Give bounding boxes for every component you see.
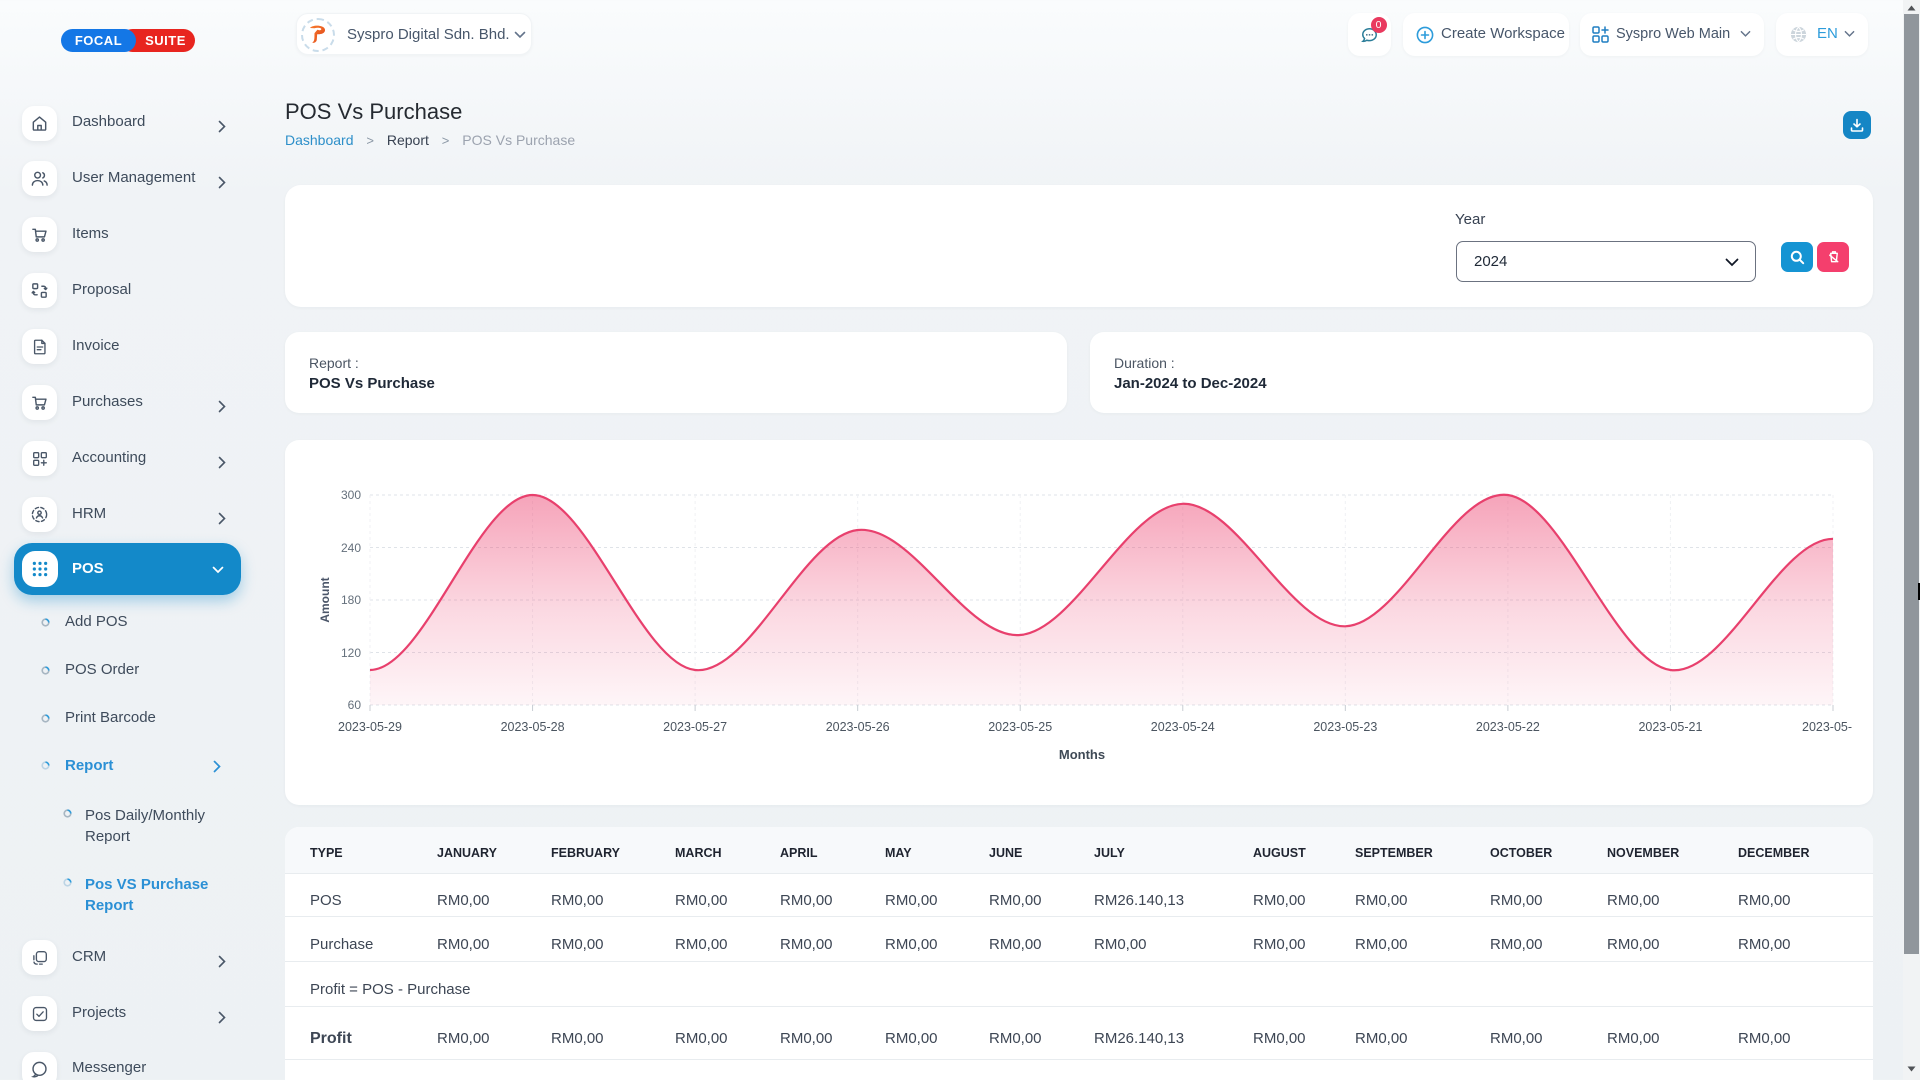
svg-text:2023-05-27: 2023-05-27	[663, 720, 727, 734]
svg-text:2023-05-25: 2023-05-25	[988, 720, 1052, 734]
svg-text:2023-05-22: 2023-05-22	[1476, 720, 1540, 734]
svg-text:300: 300	[341, 488, 361, 502]
svg-text:180: 180	[341, 593, 361, 607]
svg-text:2023-05-: 2023-05-	[1802, 720, 1852, 734]
svg-text:2023-05-26: 2023-05-26	[826, 720, 890, 734]
svg-text:2023-05-23: 2023-05-23	[1313, 720, 1377, 734]
svg-text:2023-05-28: 2023-05-28	[501, 720, 565, 734]
svg-text:Months: Months	[1059, 747, 1105, 762]
svg-text:2023-05-24: 2023-05-24	[1151, 720, 1215, 734]
svg-text:120: 120	[341, 646, 361, 660]
svg-text:240: 240	[341, 541, 361, 555]
svg-text:2023-05-21: 2023-05-21	[1638, 720, 1702, 734]
svg-text:2023-05-29: 2023-05-29	[338, 720, 402, 734]
svg-text:60: 60	[348, 698, 362, 712]
svg-text:Amount: Amount	[318, 577, 332, 622]
